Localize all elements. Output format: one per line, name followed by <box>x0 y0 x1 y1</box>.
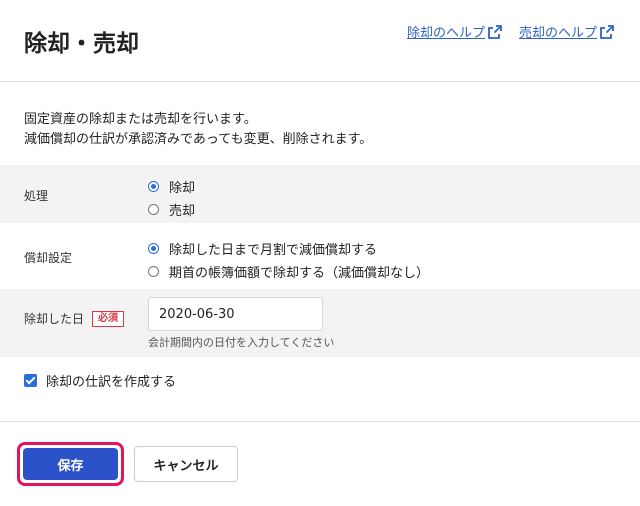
radio-button-selected[interactable] <box>148 181 159 192</box>
description: 固定資産の除却または売却を行います。 減価償却の仕訳が承認済みであっても変更、削… <box>24 110 372 150</box>
radio-label-monthly-depreciation: 除却した日まで月割で減価償却する <box>169 243 378 258</box>
external-link-icon <box>600 24 614 39</box>
disposal-date-label: 除却した日 <box>24 312 85 326</box>
disposal-help-link[interactable]: 除却のヘルプ <box>407 22 503 41</box>
disposal-date-input[interactable] <box>148 297 323 331</box>
processing-label: 処理 <box>24 189 49 203</box>
required-badge: 必須 <box>92 310 125 327</box>
radio-option-sale[interactable]: 売却 <box>148 200 195 219</box>
radio-label-sale: 売却 <box>169 204 196 219</box>
description-line-2: 減価償却の仕訳が承認済みであっても変更、削除されます。 <box>24 132 373 147</box>
save-button-highlight: 保存 <box>17 442 124 486</box>
external-link-icon <box>488 24 502 39</box>
description-line-1: 固定資産の除却または売却を行います。 <box>24 112 257 127</box>
radio-button[interactable] <box>148 266 159 277</box>
disposal-help-label: 除却のヘルプ <box>407 26 486 41</box>
disposal-date-label-group: 除却した日 必須 <box>24 310 125 327</box>
radio-option-disposal[interactable]: 除却 <box>148 177 195 196</box>
cancel-button[interactable]: キャンセル <box>134 446 238 482</box>
disposal-date-hint: 会計期間内の日付を入力してください <box>148 336 335 349</box>
radio-button-selected[interactable] <box>148 243 159 254</box>
save-button[interactable]: 保存 <box>23 448 118 480</box>
radio-option-monthly-depreciation[interactable]: 除却した日まで月割で減価償却する <box>148 239 377 258</box>
radio-option-no-depreciation[interactable]: 期首の帳簿価額で除却する（減価償却なし） <box>148 262 429 281</box>
depreciation-label: 償却設定 <box>24 251 73 265</box>
radio-label-disposal: 除却 <box>169 181 196 196</box>
sale-help-label: 売却のヘルプ <box>519 26 598 41</box>
processing-row: 処理 除却 売却 <box>0 165 640 223</box>
footer-divider <box>0 421 640 422</box>
create-entry-checkbox-row[interactable]: 除却の仕訳を作成する <box>24 371 176 390</box>
create-entry-checkbox[interactable] <box>24 374 37 387</box>
page-title: 除却・売却 <box>24 31 139 57</box>
dialog-header: 除却・売却 除却のヘルプ 売却のヘルプ <box>0 0 640 82</box>
radio-label-no-depreciation: 期首の帳簿価額で除却する（減価償却なし） <box>169 266 430 281</box>
sale-help-link[interactable]: 売却のヘルプ <box>519 22 615 41</box>
create-entry-label: 除却の仕訳を作成する <box>46 375 177 390</box>
radio-button[interactable] <box>148 204 159 215</box>
depreciation-row: 償却設定 除却した日まで月割で減価償却する 期首の帳簿価額で除却する（減価償却な… <box>0 227 640 285</box>
